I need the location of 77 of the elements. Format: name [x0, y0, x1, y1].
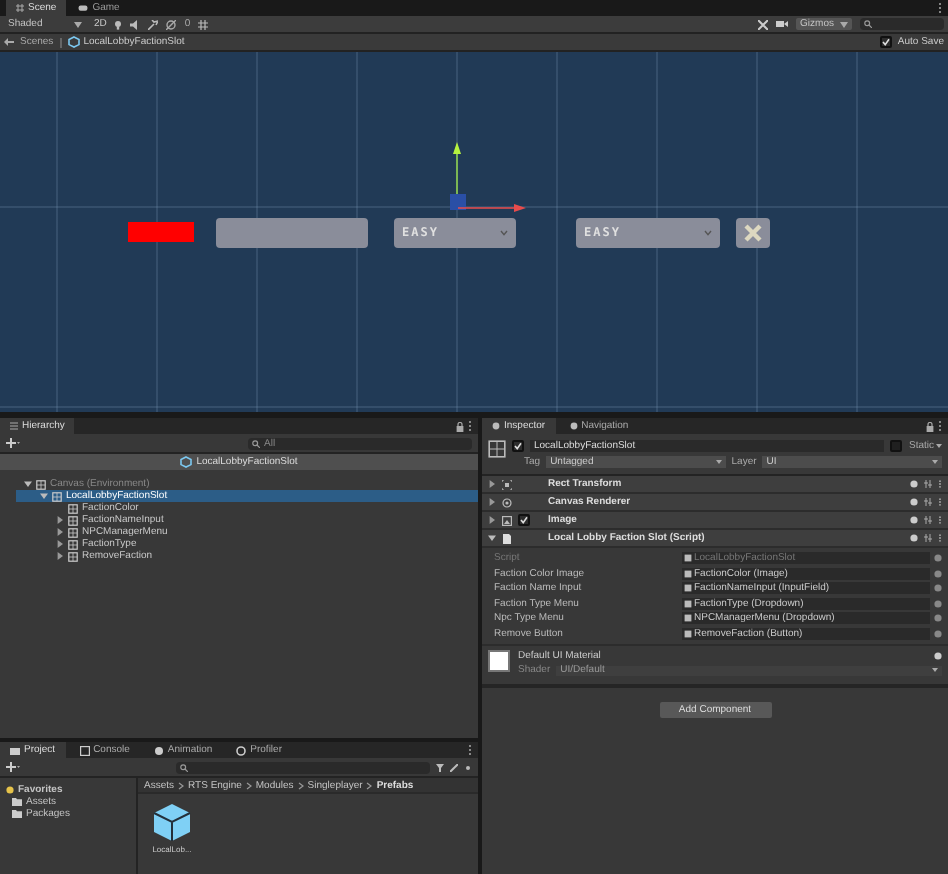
caret-icon: [932, 460, 939, 464]
console-icon: [79, 745, 90, 755]
help-icon[interactable]: [910, 498, 918, 506]
help-icon[interactable]: [910, 534, 918, 542]
move-gizmo-drawing: [450, 142, 526, 214]
canvas-renderer-icon: [502, 497, 512, 507]
presets-icon[interactable]: [924, 516, 932, 524]
add-icon[interactable]: [6, 762, 20, 772]
chevron-right-icon: [178, 781, 185, 789]
prefab-cube-icon: [67, 36, 80, 48]
expanded-arrow-icon[interactable]: [24, 480, 32, 488]
chevron-right-icon: [297, 781, 304, 789]
prefab-cube-icon: [180, 456, 193, 468]
search-icon: [252, 439, 260, 447]
static-checkbox[interactable]: [890, 440, 903, 452]
lock-icon[interactable]: [456, 421, 464, 431]
caret-icon: [74, 21, 82, 27]
project-search-field[interactable]: [176, 761, 430, 773]
chevron-right-icon: [245, 781, 252, 789]
expanded-arrow-icon[interactable]: [488, 534, 496, 542]
collapsed-arrow-icon[interactable]: [488, 498, 496, 506]
collapsed-arrow-icon[interactable]: [56, 552, 64, 560]
grid-toggle-icon[interactable]: [198, 19, 209, 29]
image-icon: [502, 515, 512, 525]
caret-icon: [840, 21, 848, 27]
light-bulb-icon[interactable]: [114, 19, 123, 29]
filter-icon[interactable]: [436, 763, 444, 771]
material-swatch: [488, 650, 510, 672]
game-object-icon: [52, 491, 62, 501]
lock-icon[interactable]: [926, 421, 934, 431]
caret-icon: [715, 460, 722, 464]
label-icon[interactable]: [450, 763, 458, 771]
close-icon: [744, 224, 762, 242]
chevron-right-icon: [366, 781, 373, 789]
caret-icon: [936, 444, 942, 448]
folder-icon: [10, 745, 20, 755]
chevron-icon: [500, 230, 508, 236]
auto-save-checkbox[interactable]: [879, 36, 892, 48]
text-input-field[interactable]: [216, 218, 368, 248]
scene-search-field[interactable]: [860, 18, 944, 30]
search-icon: [864, 20, 872, 28]
help-icon[interactable]: [910, 480, 918, 488]
collapsed-arrow-icon[interactable]: [488, 516, 496, 524]
collapsed-arrow-icon[interactable]: [56, 516, 64, 524]
game-object-icon: [488, 440, 506, 458]
chevron-icon: [704, 230, 712, 236]
help-icon[interactable]: [910, 516, 918, 524]
component-checkbox[interactable]: [518, 514, 530, 526]
camera-icon[interactable]: [776, 20, 789, 28]
collapsed-arrow-icon[interactable]: [488, 480, 496, 488]
prefab-cube-icon: [152, 802, 192, 842]
profiler-icon: [236, 745, 247, 755]
grid-icon: [16, 4, 24, 12]
animation-icon: [153, 745, 164, 755]
presets-icon[interactable]: [924, 498, 932, 506]
search-icon: [180, 763, 188, 771]
active-checkbox[interactable]: [512, 440, 524, 452]
collapsed-arrow-icon[interactable]: [56, 540, 64, 548]
remove-button[interactable]: [736, 218, 770, 248]
presets-icon[interactable]: [924, 480, 932, 488]
collapsed-arrow-icon[interactable]: [56, 528, 64, 536]
check-icon: [881, 38, 890, 46]
back-arrow-icon[interactable]: [4, 38, 14, 46]
game-object-icon: [36, 479, 46, 489]
check-icon: [514, 442, 522, 450]
list-icon: [10, 422, 18, 430]
expanded-arrow-icon[interactable]: [40, 492, 48, 500]
hidden-layers-icon[interactable]: [166, 19, 177, 29]
color-swatch: [128, 222, 194, 242]
gamepad-icon: [78, 4, 89, 12]
presets-icon[interactable]: [924, 534, 932, 542]
check-icon: [520, 516, 528, 524]
add-icon[interactable]: [6, 438, 20, 448]
script-icon: [684, 554, 692, 563]
rect-transform-icon: [502, 479, 512, 489]
caret-icon: [932, 668, 938, 672]
help-icon[interactable]: [934, 652, 942, 660]
